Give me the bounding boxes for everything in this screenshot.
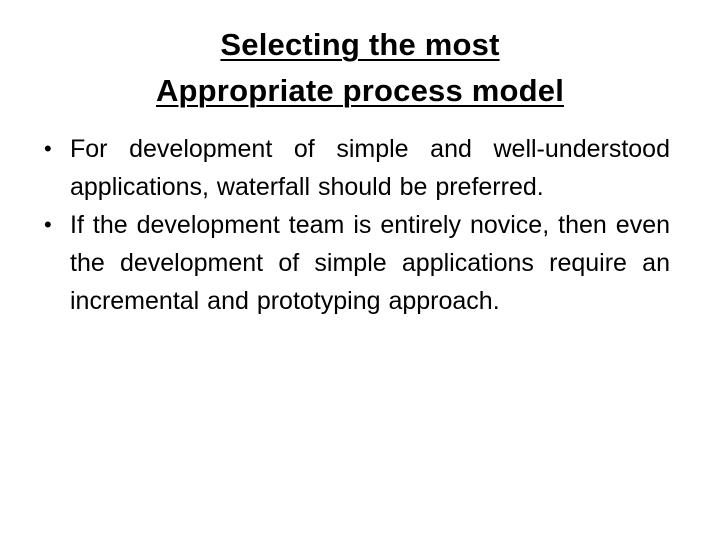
bullet-text: For development of simple and well-under… [70, 135, 670, 201]
bullet-item: • For development of simple and well-und… [44, 130, 670, 206]
slide-title: Selecting the most Appropriate process m… [60, 22, 660, 114]
title-line-1: Selecting the most [220, 27, 500, 62]
bullet-list: • For development of simple and well-und… [44, 130, 670, 320]
bullet-text: If the development team is entirely novi… [70, 211, 670, 315]
bullet-dot-icon: • [44, 212, 52, 237]
bullet-item: • If the development team is entirely no… [44, 206, 670, 320]
title-line-2: Appropriate process model [155, 73, 565, 108]
slide: Selecting the most Appropriate process m… [0, 0, 720, 540]
bullet-dot-icon: • [44, 136, 52, 161]
